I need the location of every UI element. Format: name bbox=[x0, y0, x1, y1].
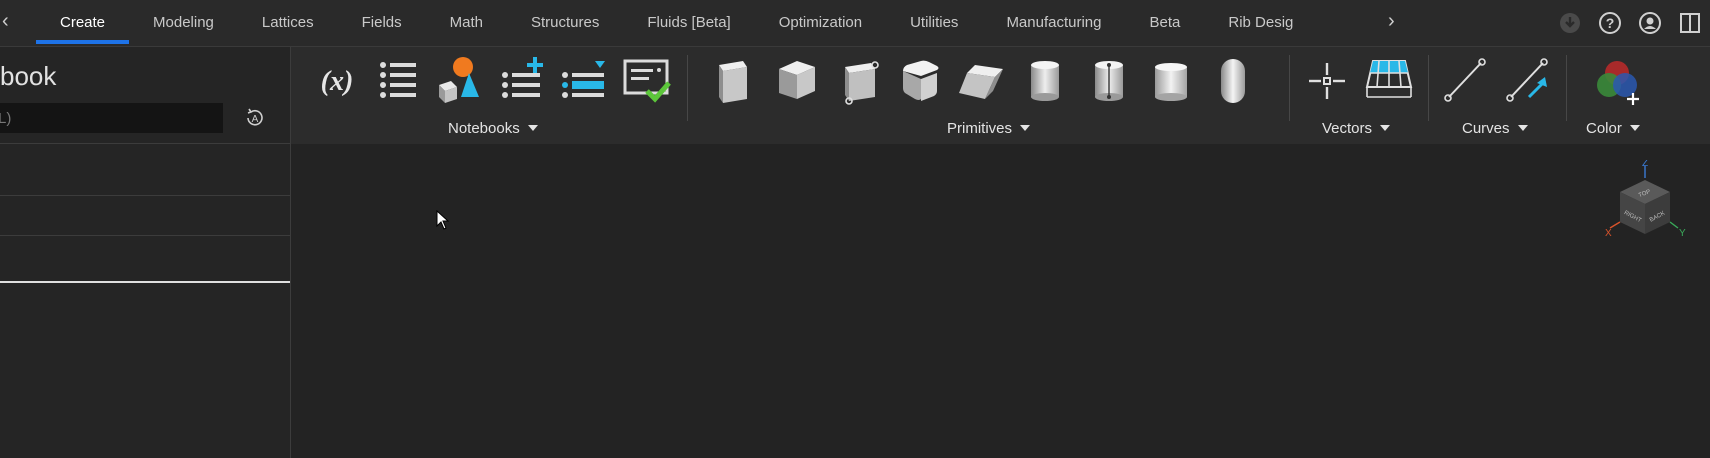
svg-text:A: A bbox=[252, 114, 259, 125]
insert-row-icon[interactable] bbox=[557, 53, 613, 109]
tab-fluids[interactable]: Fluids [Beta] bbox=[623, 0, 754, 46]
cube-primitive-icon[interactable] bbox=[769, 53, 825, 109]
tab-structures[interactable]: Structures bbox=[507, 0, 623, 46]
tab-utilities[interactable]: Utilities bbox=[886, 0, 982, 46]
chevron-down-icon bbox=[1020, 125, 1031, 131]
view-cube[interactable]: Z TOP RIGHT BACK X Y bbox=[1600, 158, 1690, 250]
tab-optimization[interactable]: Optimization bbox=[755, 0, 886, 46]
tab-fields[interactable]: Fields bbox=[338, 0, 426, 46]
capsule-icon[interactable] bbox=[1205, 53, 1261, 109]
svg-text:?: ? bbox=[1606, 15, 1615, 31]
color-label: Color bbox=[1586, 119, 1622, 137]
cylinder-icon[interactable] bbox=[1017, 53, 1073, 109]
tabs-scroll-left-icon[interactable]: ‹ bbox=[2, 10, 9, 33]
help-icon[interactable]: ? bbox=[1590, 0, 1630, 46]
primitives-label: Primitives bbox=[947, 119, 1013, 137]
divider bbox=[0, 143, 290, 144]
line-icon[interactable] bbox=[1437, 53, 1493, 109]
tab-create[interactable]: Create bbox=[36, 0, 130, 46]
vectors-label: Vectors bbox=[1322, 119, 1373, 137]
shapes-icon[interactable] bbox=[433, 53, 489, 109]
notebooks-menu[interactable]: Notebooks bbox=[448, 117, 538, 139]
short-cylinder-icon[interactable] bbox=[1143, 53, 1199, 109]
svg-text:Z: Z bbox=[1642, 160, 1648, 169]
group-separator bbox=[1289, 55, 1290, 121]
plane-icon[interactable] bbox=[1361, 53, 1417, 109]
svg-text:X: X bbox=[1605, 228, 1612, 239]
tab-math[interactable]: Math bbox=[426, 0, 507, 46]
tab-rib-design[interactable]: Rib Desig bbox=[1204, 0, 1297, 46]
top-tab-bar: ‹ Create Modeling Lattices Fields Math S… bbox=[0, 0, 1710, 47]
refresh-icon[interactable]: A bbox=[244, 107, 266, 129]
color-menu[interactable]: Color bbox=[1586, 117, 1640, 139]
variable-button[interactable]: (x) bbox=[309, 53, 365, 109]
3d-viewport[interactable] bbox=[291, 144, 1710, 458]
add-list-icon[interactable] bbox=[495, 53, 551, 109]
parallelepiped-icon[interactable] bbox=[955, 53, 1011, 109]
primitives-menu[interactable]: Primitives bbox=[947, 117, 1031, 139]
box-primitive-icon[interactable] bbox=[705, 53, 761, 109]
tab-beta[interactable]: Beta bbox=[1126, 0, 1205, 46]
rounded-box-icon[interactable] bbox=[893, 53, 949, 109]
divider bbox=[0, 195, 290, 196]
vectors-menu[interactable]: Vectors bbox=[1322, 117, 1391, 139]
chevron-down-icon bbox=[1517, 125, 1528, 131]
tab-modeling[interactable]: Modeling bbox=[129, 0, 238, 46]
mouse-cursor-icon bbox=[436, 209, 450, 235]
notebook-panel: book A bbox=[0, 47, 291, 458]
line-direction-icon[interactable] bbox=[1499, 53, 1555, 109]
curves-label: Curves bbox=[1462, 119, 1510, 137]
ribbon-toolbar: (x) Notebooks Primitives Vectors Curves … bbox=[291, 47, 1710, 144]
download-icon[interactable] bbox=[1550, 0, 1590, 46]
chevron-down-icon bbox=[527, 125, 538, 131]
selected-row-underline bbox=[0, 281, 290, 283]
checklist-icon[interactable] bbox=[619, 53, 675, 109]
chevron-down-icon bbox=[1380, 125, 1391, 131]
account-icon[interactable] bbox=[1630, 0, 1670, 46]
list-icon[interactable] bbox=[371, 53, 427, 109]
point-icon[interactable] bbox=[1299, 53, 1355, 109]
panel-toggle-icon[interactable] bbox=[1670, 0, 1710, 46]
tabs-scroll-right-icon[interactable]: › bbox=[1388, 10, 1395, 33]
top-right-icons: ? bbox=[1550, 0, 1710, 46]
group-separator bbox=[1566, 55, 1567, 121]
color-icon[interactable] bbox=[1589, 53, 1645, 109]
svg-text:(x): (x) bbox=[321, 66, 354, 97]
panel-title: book bbox=[0, 61, 57, 91]
curves-menu[interactable]: Curves bbox=[1462, 117, 1528, 139]
tab-list: Create Modeling Lattices Fields Math Str… bbox=[36, 0, 1297, 46]
notebooks-label: Notebooks bbox=[448, 119, 520, 137]
svg-text:Y: Y bbox=[1679, 228, 1686, 239]
box-by-points-icon[interactable] bbox=[831, 53, 887, 109]
group-separator bbox=[1428, 55, 1429, 121]
group-separator bbox=[687, 55, 688, 121]
cylinder-axis-icon[interactable] bbox=[1081, 53, 1137, 109]
chevron-down-icon bbox=[1629, 125, 1640, 131]
divider bbox=[0, 235, 290, 236]
tab-lattices[interactable]: Lattices bbox=[238, 0, 338, 46]
notebook-name-input[interactable] bbox=[0, 103, 223, 133]
tab-manufacturing[interactable]: Manufacturing bbox=[982, 0, 1125, 46]
